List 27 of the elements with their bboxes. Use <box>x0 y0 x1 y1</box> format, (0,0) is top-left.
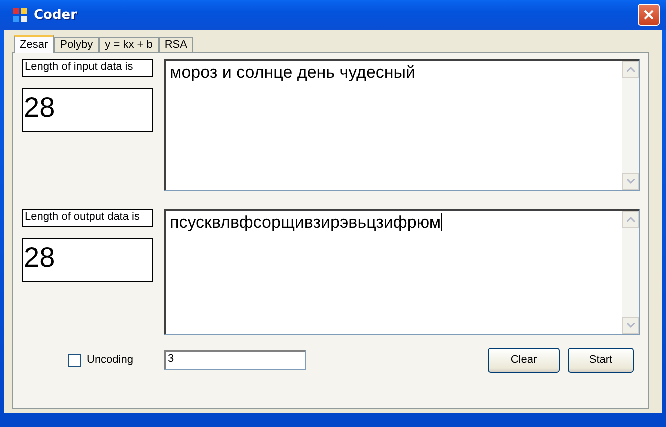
length-label: Length of output data is <box>22 209 153 227</box>
checkbox-label: Uncoding <box>87 354 134 366</box>
length-value: 28 <box>22 88 153 132</box>
scroll-up-icon[interactable] <box>626 67 634 72</box>
start-button[interactable]: Start <box>568 348 634 372</box>
scroll-down-icon[interactable] <box>626 179 634 184</box>
app-icon <box>12 7 28 23</box>
key-field[interactable]: 3 <box>164 350 306 370</box>
scrollbar[interactable] <box>622 211 639 334</box>
scroll-up-icon[interactable] <box>626 217 634 222</box>
tab[interactable]: Polyby <box>54 37 100 53</box>
window-title: Coder <box>34 8 78 22</box>
text-area[interactable]: мороз и солнце день чудесный <box>164 59 640 191</box>
checkbox[interactable] <box>68 354 81 366</box>
text-content: псусквлвфсорщивзирэвьцзифрюм <box>170 213 442 232</box>
scroll-down-icon[interactable] <box>626 323 634 328</box>
close-button[interactable] <box>638 4 660 26</box>
clear-button[interactable]: Clear <box>488 348 560 372</box>
length-label: Length of input data is <box>22 59 153 77</box>
text-area[interactable]: псусквлвфсорщивзирэвьцзифрюм <box>164 209 640 335</box>
tab[interactable]: RSA <box>158 37 194 53</box>
tab[interactable]: y = kx + b <box>99 37 159 53</box>
scrollbar[interactable] <box>622 61 639 190</box>
text-content: мороз и солнце день чудесный <box>170 63 416 82</box>
tab[interactable]: Zesar <box>14 35 54 53</box>
close-icon <box>643 9 655 21</box>
length-value: 28 <box>22 238 153 282</box>
